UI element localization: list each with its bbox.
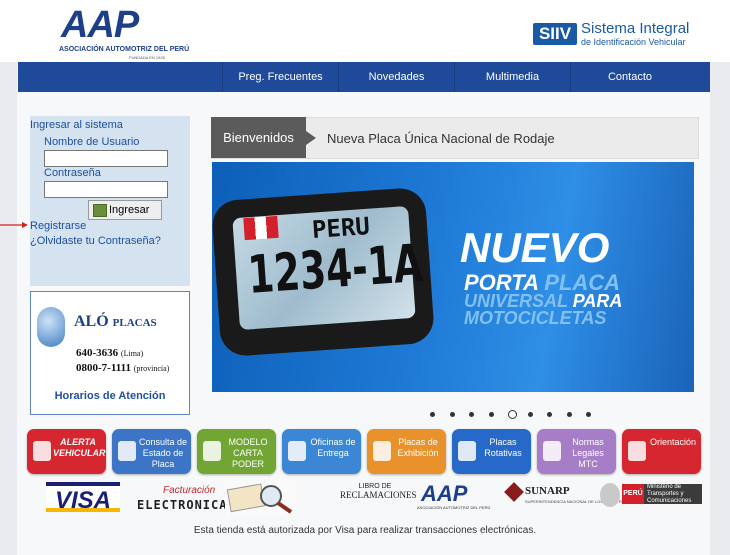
libro-top: LIBRO DE [358, 483, 392, 490]
phone-icon [37, 307, 65, 347]
welcome-tag: Bienvenidos [211, 117, 316, 158]
peru-flag-icon [243, 215, 279, 241]
welcome-headline: Nueva Placa Única Nacional de Rodaje [327, 131, 555, 146]
siiv-logo[interactable]: SIIV Sistema Integral de Identificación … [530, 19, 690, 49]
nav-contacto[interactable]: Contacto [570, 62, 689, 92]
tile-placas-rotativas[interactable]: Placas Rotativas [452, 429, 531, 474]
phone-provincia: 0800-7-1111 (provincia) [76, 362, 169, 374]
tile-label: Orientación [649, 437, 697, 447]
contact-title-suffix: PLACAS [112, 317, 157, 329]
aap-logo[interactable]: AAP ASOCIACIÓN AUTOMOTRIZ DEL PERÚ FUNDA… [59, 4, 190, 60]
footer-text: Esta tienda está autorizada por Visa par… [193, 525, 537, 536]
tile-label: ALERTA VEHICULAR [53, 437, 106, 458]
facturacion-top: Facturación [163, 485, 216, 496]
login-title: Ingresar al sistema [30, 119, 123, 131]
phone-lima: 640-3636 (Lima) [76, 347, 143, 359]
tile-consulta-estado[interactable]: Consulta de Estado de Placa [112, 429, 191, 474]
siiv-abbr: SIIV [533, 23, 577, 45]
password-input[interactable] [44, 181, 168, 198]
alert-megaphone-icon [33, 441, 51, 461]
password-label: Contraseña [44, 167, 101, 179]
carousel-dot[interactable] [508, 410, 517, 419]
phone-lima-note: (Lima) [120, 349, 144, 358]
carousel-dot[interactable] [566, 412, 572, 417]
document-check-icon [203, 441, 221, 461]
rotating-plate-icon [458, 441, 476, 461]
carousel-dot[interactable] [527, 412, 533, 417]
carousel-dot[interactable] [488, 412, 494, 417]
aap-footer-sub: ASOCIACIÓN AUTOMOTRIZ DEL PERÚ [417, 505, 491, 510]
magnifier-icon[interactable] [225, 481, 297, 515]
username-input[interactable] [44, 150, 168, 167]
nav-novedades[interactable]: Novedades [338, 62, 454, 92]
tile-label: Placas Rotativas [484, 437, 522, 458]
banner-line1: NUEVO [460, 224, 610, 271]
tile-normas-legales[interactable]: Normas Legales MTC [537, 429, 616, 474]
carousel-dot[interactable] [586, 412, 591, 417]
phone-lima-number: 640-3636 [76, 347, 119, 359]
aap-footer-text: AAP [421, 481, 468, 506]
law-book-icon [543, 441, 561, 461]
mtc-country: PERÚ [622, 484, 644, 504]
libro-bottom: RECLAMACIONES [340, 490, 417, 500]
carousel-dot[interactable] [469, 412, 474, 417]
phone-provincia-note: (provincia) [133, 364, 170, 373]
nav-preg-frecuentes[interactable]: Preg. Frecuentes [222, 62, 338, 92]
sunarp-logo[interactable]: SUNARP SUPERINTENDENCIA NACIONAL DE LOS … [503, 481, 649, 515]
tile-carta-poder[interactable]: MODELO CARTA PODER [197, 429, 276, 474]
facturacion-electronica-logo[interactable]: Facturación ELECTRONICA [137, 481, 226, 515]
register-link[interactable]: Registrarse [30, 220, 86, 232]
orientation-sign-icon [628, 441, 646, 461]
nav-multimedia[interactable]: Multimedia [454, 62, 570, 92]
hours-link[interactable]: Horarios de Atención [30, 390, 190, 402]
tile-oficinas-entrega[interactable]: Oficinas de Entrega [282, 429, 361, 474]
visa-logo: VISA [46, 482, 120, 514]
login-button[interactable]: Ingresar [88, 200, 162, 220]
tile-alerta-vehicular[interactable]: ALERTA VEHICULAR [27, 429, 106, 474]
exhibition-plate-icon [373, 441, 391, 461]
tile-label: Oficinas de Entrega [310, 437, 356, 458]
contact-title: ALÓ PLACAS [74, 313, 157, 331]
forgot-password-link[interactable]: ¿Olvidaste tu Contraseña? [30, 235, 161, 247]
mtc-logo[interactable]: PERÚ Ministerio de Transportes y Comunic… [600, 481, 704, 515]
facturacion-bottom: ELECTRONICA [137, 498, 228, 512]
aap-full-name: ASOCIACIÓN AUTOMOTRIZ DEL PERÚ [59, 46, 190, 53]
siiv-title: Sistema Integral [581, 20, 690, 37]
sunarp-emblem-icon [504, 482, 524, 502]
carousel-dots [430, 410, 591, 420]
aap-logo-text: AAP [61, 4, 139, 46]
login-key-icon [93, 204, 107, 217]
aap-tagline: FUNDADA EN 1926 [129, 55, 165, 60]
header: AAP ASOCIACIÓN AUTOMOTRIZ DEL PERÚ FUNDA… [0, 0, 730, 62]
sunarp-text: SUNARP [525, 485, 570, 497]
login-button-label: Ingresar [109, 204, 150, 216]
aap-footer-logo[interactable]: AAP ASOCIACIÓN AUTOMOTRIZ DEL PERÚ [417, 481, 491, 515]
tile-label: MODELO CARTA PODER [228, 437, 268, 469]
tile-label: Normas Legales MTC [572, 437, 604, 469]
siiv-subtitle: de Identificación Vehicular [581, 37, 686, 47]
libro-reclamaciones-logo[interactable]: LIBRO DE RECLAMACIONES [340, 481, 417, 515]
plate-search-icon [118, 441, 136, 461]
tile-orientacion[interactable]: Orientación [622, 429, 701, 474]
username-label: Nombre de Usuario [44, 136, 140, 148]
tile-label: Consulta de Estado de Placa [138, 437, 188, 469]
carousel-banner[interactable]: PERU 1234-1A NUEVO PORTA PLACA UNIVERSAL… [212, 162, 694, 392]
carousel-dot[interactable] [547, 412, 552, 417]
mtc-ministry: Ministerio de Transportes y Comunicacion… [644, 484, 702, 504]
tile-label: Placas de Exhibición [397, 437, 439, 458]
phone-provincia-number: 0800-7-1111 [76, 362, 132, 374]
carousel-dot[interactable] [430, 412, 435, 417]
contact-title-main: ALÓ [74, 313, 109, 330]
carousel-dot[interactable] [449, 412, 455, 417]
banner-line4: MOTOCICLETAS [464, 308, 607, 328]
plate-number: 1234-1A [246, 233, 425, 306]
peru-shield-icon [600, 483, 620, 507]
home-icon [288, 441, 306, 461]
pointer-arrow-icon [0, 222, 28, 228]
tile-placas-exhibicion[interactable]: Placas de Exhibición [367, 429, 446, 474]
